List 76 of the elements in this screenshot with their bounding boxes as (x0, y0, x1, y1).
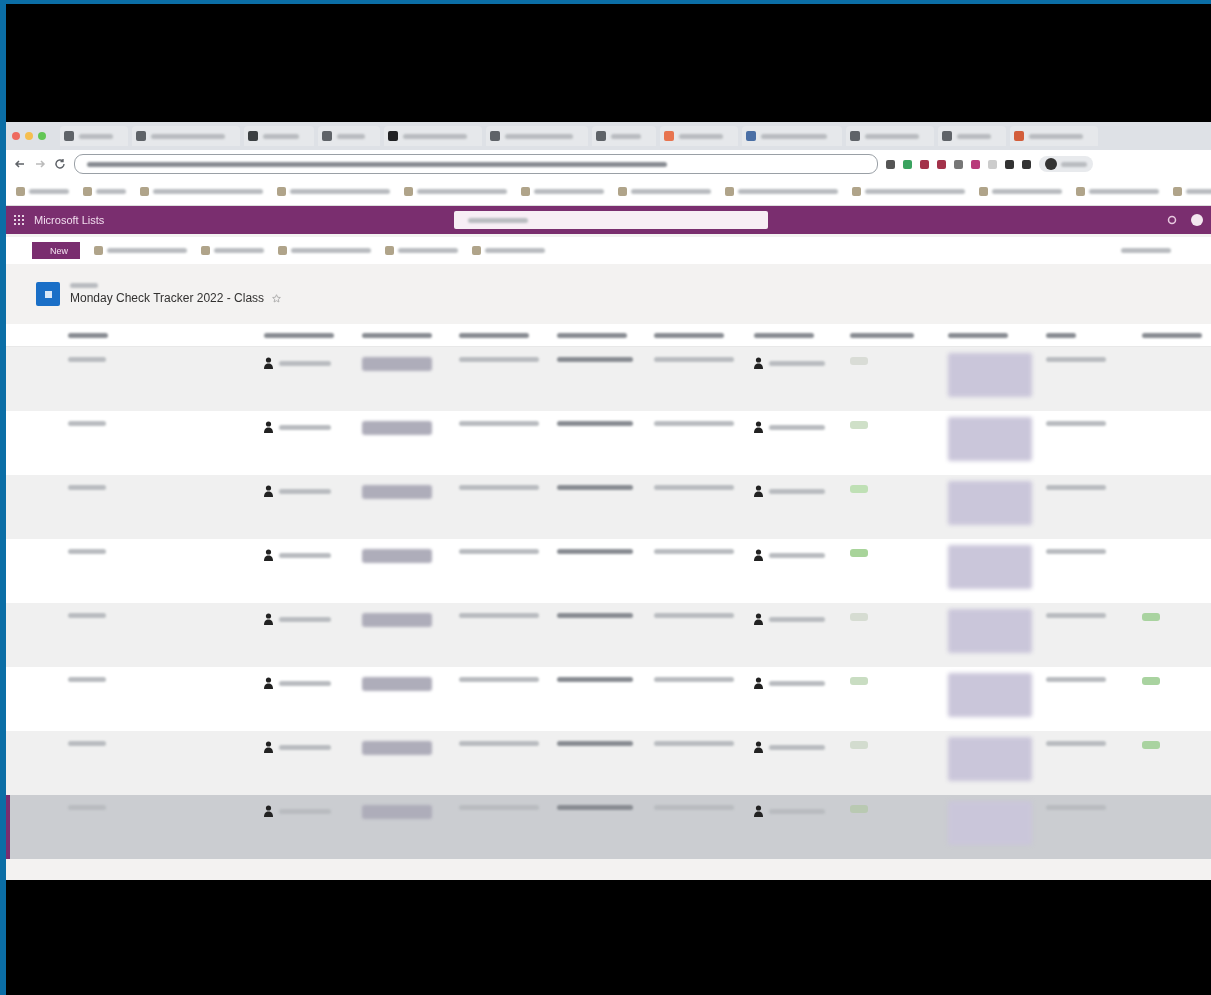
person-icon (264, 741, 273, 753)
avatar[interactable] (1191, 214, 1203, 226)
forward-icon[interactable] (34, 158, 46, 170)
star-icon[interactable] (272, 293, 282, 303)
bookmark[interactable] (404, 187, 507, 196)
profile-button[interactable] (1039, 156, 1093, 172)
column-header[interactable] (362, 332, 432, 338)
blurred-text (362, 549, 432, 563)
column-header[interactable] (264, 332, 334, 338)
column-header[interactable] (68, 332, 108, 338)
browser-tab[interactable] (384, 126, 482, 146)
toolbar-button[interactable] (278, 246, 371, 255)
person-icon (264, 357, 273, 369)
list-icon (36, 282, 60, 306)
bookmark[interactable] (725, 187, 838, 196)
blurred-text (362, 805, 432, 819)
back-icon[interactable] (14, 158, 26, 170)
toolbar-button[interactable] (94, 246, 187, 255)
column-header[interactable] (850, 332, 914, 338)
person-icon (754, 357, 763, 369)
blurred-text (362, 485, 432, 499)
minimize-window-icon[interactable] (25, 132, 33, 140)
blurred-text (362, 677, 432, 691)
list-row[interactable] (6, 539, 1211, 603)
bookmark[interactable] (618, 187, 711, 196)
address-bar[interactable] (74, 154, 878, 174)
person-icon (754, 485, 763, 497)
person-icon (754, 677, 763, 689)
close-window-icon[interactable] (12, 132, 20, 140)
blurred-text (362, 741, 432, 755)
person-icon (264, 421, 273, 433)
bookmark[interactable] (521, 187, 604, 196)
bookmark[interactable] (16, 187, 69, 196)
column-header[interactable] (557, 332, 627, 338)
bookmark[interactable] (1076, 187, 1159, 196)
app-launcher-icon[interactable] (14, 215, 24, 225)
breadcrumb[interactable] (70, 283, 98, 288)
column-header[interactable] (459, 332, 529, 338)
list-row[interactable] (6, 411, 1211, 475)
view-menu[interactable] (1121, 248, 1171, 253)
browser-tab[interactable] (244, 126, 314, 146)
blurred-text (362, 613, 432, 627)
toolbar-button[interactable] (472, 246, 545, 255)
bookmark[interactable] (852, 187, 965, 196)
column-header[interactable] (948, 332, 1008, 338)
app-title: Microsoft Lists (34, 214, 105, 226)
search-field[interactable] (454, 211, 769, 229)
person-icon (264, 613, 273, 625)
toolbar-button[interactable] (201, 246, 264, 255)
person-icon (754, 549, 763, 561)
person-icon (264, 485, 273, 497)
blurred-text (362, 421, 432, 435)
person-icon (754, 805, 763, 817)
person-icon (754, 741, 763, 753)
column-header[interactable] (654, 332, 724, 338)
person-icon (264, 805, 273, 817)
bookmark[interactable] (277, 187, 390, 196)
settings-icon[interactable] (1167, 215, 1177, 225)
person-icon (264, 677, 273, 689)
new-button[interactable]: New (32, 242, 80, 259)
column-header[interactable] (1142, 332, 1202, 338)
bookmark[interactable] (140, 187, 263, 196)
maximize-window-icon[interactable] (38, 132, 46, 140)
person-icon (754, 421, 763, 433)
reload-icon[interactable] (54, 158, 66, 170)
bookmark[interactable] (83, 187, 126, 196)
column-header[interactable] (754, 332, 814, 338)
person-icon (754, 613, 763, 625)
list-title: Monday Check Tracker 2022 - Class (70, 291, 265, 305)
blurred-text (362, 357, 432, 371)
toolbar-button[interactable] (385, 246, 458, 255)
column-header[interactable] (1046, 332, 1076, 338)
bookmark[interactable] (979, 187, 1062, 196)
list-row[interactable] (6, 667, 1211, 731)
list-row[interactable] (6, 795, 1211, 859)
person-icon (264, 549, 273, 561)
